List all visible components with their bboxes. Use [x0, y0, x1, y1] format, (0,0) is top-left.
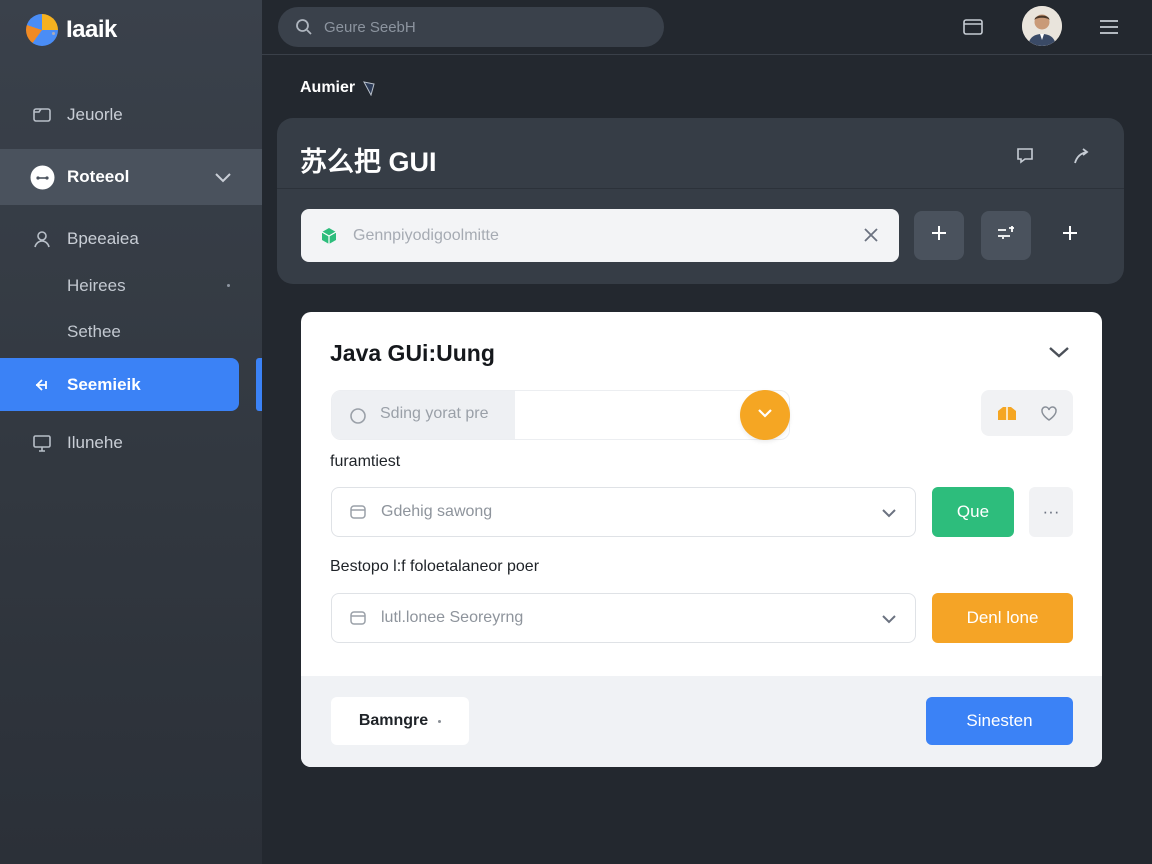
search-dropdown-button[interactable]: [740, 390, 790, 440]
user-icon: [32, 229, 52, 249]
filter-icon: [996, 224, 1016, 247]
denl-lone-button[interactable]: Denl lone: [932, 593, 1073, 643]
action-icon-group: [981, 390, 1073, 436]
sidebar-item-seemieik[interactable]: Seemieik: [0, 358, 239, 411]
sidebar: Iaaik Jeuorle Roteeol Bpeeaiea Heirees S…: [0, 0, 262, 864]
field-label-1: furamtiest: [330, 453, 401, 470]
card-footer: Bamngre Sinesten: [301, 676, 1102, 767]
global-search[interactable]: [278, 7, 664, 47]
comment-icon[interactable]: [1013, 144, 1037, 168]
sidebar-subitem-heirees[interactable]: Heirees: [67, 276, 126, 296]
mail-icon[interactable]: [960, 14, 986, 40]
heart-icon[interactable]: [1039, 403, 1059, 423]
button-dot: [438, 719, 442, 723]
shield-icon: [361, 80, 377, 97]
folder-icon: [32, 105, 52, 125]
plus-icon: [930, 224, 948, 247]
avatar[interactable]: [1022, 6, 1062, 46]
secondary-button[interactable]: Bamngre: [331, 697, 469, 745]
app-logo[interactable]: Iaaik: [26, 14, 117, 46]
gui-input-field[interactable]: [301, 209, 899, 262]
app-name: Iaaik: [66, 16, 117, 43]
que-button[interactable]: Que: [932, 487, 1014, 537]
sidebar-item-label: Jeuorle: [67, 105, 123, 124]
calendar-icon: [349, 503, 367, 521]
sidebar-item-label: Ilunehe: [67, 433, 123, 452]
logo-icon: [26, 14, 58, 46]
gui-input[interactable]: [353, 226, 833, 245]
sidebar-item-label: Roteeol: [67, 167, 130, 186]
sidebar-item-label: Seemieik: [67, 374, 141, 394]
select-value: Gdehig sawong: [381, 503, 493, 520]
chevron-down-icon: [756, 406, 774, 424]
plus-icon: [1061, 224, 1079, 247]
field-label-2: Bestopo l:f foloetalaneor poer: [330, 558, 540, 575]
secondary-button-label: Bamngre: [358, 712, 429, 729]
card-search-input[interactable]: [380, 405, 720, 423]
search-icon: [349, 407, 367, 425]
search-icon: [294, 17, 314, 37]
chevron-down-icon[interactable]: [1047, 342, 1071, 362]
logo-dot: [52, 32, 55, 35]
sidebar-item-ilunehe[interactable]: Ilunehe: [0, 415, 262, 471]
breadcrumb: Aumier: [300, 79, 377, 97]
menu-icon[interactable]: [1096, 14, 1122, 40]
chevron-down-icon: [880, 504, 898, 522]
sidebar-item-roteeol[interactable]: Roteeol: [0, 149, 262, 205]
panel-title: 苏么把 GUI: [300, 147, 437, 177]
divider: [277, 188, 1124, 189]
share-icon[interactable]: [1069, 144, 1093, 168]
select-2[interactable]: lutl.lonee Seoreyrng: [331, 593, 916, 643]
select-1[interactable]: Gdehig sawong: [331, 487, 916, 537]
active-indicator: [256, 358, 262, 411]
topbar: [262, 0, 1152, 55]
chevron-down-icon[interactable]: [214, 169, 232, 189]
subitem-indicator: [227, 284, 230, 287]
calendar-icon: [349, 609, 367, 627]
sidebar-item-jeuorle[interactable]: Jeuorle: [0, 87, 262, 143]
sidebar-item-label: Bpeeaiea: [67, 229, 139, 248]
key-icon: [32, 375, 52, 395]
sidebar-subitem-sethee[interactable]: Sethee: [67, 322, 121, 342]
breadcrumb-label[interactable]: Aumier: [300, 79, 355, 97]
select-value: lutl.lonee Seoreyrng: [381, 609, 524, 626]
filter-button[interactable]: [981, 211, 1031, 260]
monitor-icon: [32, 433, 52, 453]
box-icon[interactable]: [996, 403, 1018, 423]
add-more-button[interactable]: [1045, 211, 1095, 260]
toolbar-panel: 苏么把 GUI: [277, 118, 1124, 284]
form-card: Java GUi:Uung furamtiest Gdehig sawong Q…: [301, 312, 1102, 767]
primary-button[interactable]: Sinesten: [926, 697, 1073, 745]
sidebar-item-bpeeaiea[interactable]: Bpeeaiea: [0, 211, 262, 267]
chat-bubble-icon: [30, 165, 55, 190]
cube-icon: [319, 226, 339, 246]
card-search[interactable]: [331, 390, 790, 440]
search-input[interactable]: [324, 18, 624, 36]
more-options-button[interactable]: ···: [1029, 487, 1073, 537]
card-title: Java GUi:Uung: [330, 340, 495, 366]
close-icon[interactable]: [861, 225, 881, 245]
add-button[interactable]: [914, 211, 964, 260]
chevron-down-icon: [880, 610, 898, 628]
